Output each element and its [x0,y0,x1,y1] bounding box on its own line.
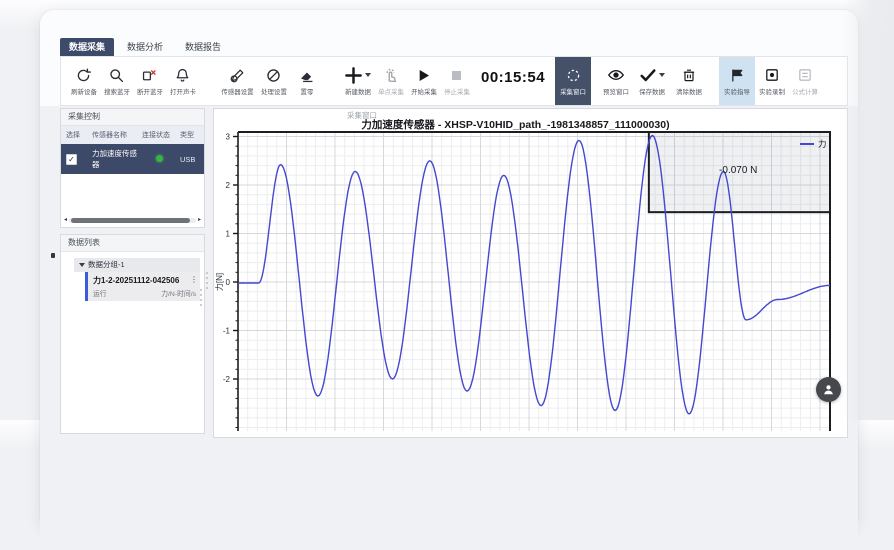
formula-calc-button[interactable]: 公式计算 [788,58,821,104]
item-menu-icon[interactable]: ⋮ [190,275,198,284]
collect-control-panel: 采集控制 选择 传感器名称 连接状态 类型 ✓ 力加速度传感器 USB ◂ ▸ [60,108,205,228]
zero-button[interactable]: 置零 [290,58,323,104]
caret-down-icon [365,73,371,77]
process-settings-button[interactable]: 处理设置 [257,58,290,104]
save-data-button[interactable]: 保存数据 [632,58,672,104]
hscroll-thumb[interactable] [71,218,190,223]
sensor-checkbox[interactable]: ✓ [66,154,77,165]
sensor-row[interactable]: ✓ 力加速度传感器 USB [61,144,204,174]
data-group-row[interactable]: 数据分组-1 [74,258,200,272]
sidebar-collapse-handle[interactable] [51,253,55,258]
sensor-type: USB [178,144,204,174]
data-list-title: 数据列表 [61,235,204,252]
sensor-settings-button[interactable]: 传感器设置 [217,58,257,104]
bell-icon [174,66,191,85]
record-icon [764,66,780,85]
assistant-person-icon [821,382,836,397]
play-icon [415,66,432,85]
assistant-fab[interactable] [816,377,841,402]
experiment-record-button[interactable]: 实验录制 [755,58,788,104]
new-data-button[interactable]: 新建数据 [341,58,374,104]
scroll-left-icon[interactable]: ◂ [64,217,67,224]
experiment-guide-button[interactable]: 实验指导 [719,57,755,105]
status-connected-dot [156,155,163,162]
sensor-name: 力加速度传感器 [90,144,140,174]
check-icon [639,66,665,85]
guide-flag-icon [729,66,746,85]
chart-panel: 采集窗口 力加速度传感器 - XHSP-V10HID_path_-1981348… [213,108,848,438]
scroll-right-icon[interactable]: ▸ [198,217,201,224]
bluetooth-disconnect-icon [141,66,158,85]
collect-window-button[interactable]: 采集窗口 [555,57,591,105]
panel-splitter-handle[interactable] [206,272,208,289]
svg-text:力[N]: 力[N] [214,273,224,291]
disconnect-bluetooth-button[interactable]: 断开蓝牙 [133,58,166,104]
data-item-title: 力1-2-20251112-042506 [93,275,196,286]
collect-timer: 00:15:54 [481,69,545,86]
trash-icon [681,66,697,85]
svg-text:力: 力 [818,139,827,149]
data-item-axes: 力/N-时间/s [161,288,196,298]
data-list-panel: 数据列表 数据分组-1 力1-2-20251112-042506 运行 力/N-… [60,234,205,434]
chart-plot[interactable]: 3 2 1 0 -1 -2 力[N] -0.070 N 力 [214,109,846,431]
collect-control-title: 采集控制 [61,109,204,126]
sensor-pen-icon [229,66,246,85]
hscroll-track[interactable] [69,218,196,223]
svg-text:-2: -2 [223,375,231,384]
data-list-item[interactable]: 力1-2-20251112-042506 运行 力/N-时间/s ⋮ [85,272,200,301]
clear-data-button[interactable]: 清除数据 [672,58,705,104]
caret-down-icon [659,73,665,77]
data-group-label: 数据分组-1 [88,258,125,272]
refresh-icon [75,66,92,85]
svg-text:2: 2 [226,181,231,190]
eye-icon [607,66,625,85]
tab-data-report[interactable]: 数据报告 [176,38,230,56]
svg-text:0: 0 [226,278,231,287]
calculator-icon [797,66,813,85]
slash-circle-icon [265,66,282,85]
tab-data-analysis[interactable]: 数据分析 [118,38,172,56]
main-tabbar: 数据采集 数据分析 数据报告 [60,38,230,56]
stop-collect-button[interactable]: 停止采集 [440,58,473,104]
data-item-status: 运行 [93,288,107,298]
refresh-device-button[interactable]: 刷新设备 [67,58,100,104]
svg-text:1: 1 [226,229,231,238]
toolbar: 刷新设备 搜索蓝牙 断开蓝牙 打开声卡 传感器设置 处理设置 [60,56,848,106]
tap-icon [382,66,399,85]
search-icon [108,66,125,85]
data-list-scroll-dots[interactable] [200,289,202,306]
start-collect-button[interactable]: 开始采集 [407,58,440,104]
sensor-table-header: 选择 传感器名称 连接状态 类型 [61,126,204,144]
sensor-table: 选择 传感器名称 连接状态 类型 ✓ 力加速度传感器 USB [61,126,204,174]
search-bluetooth-button[interactable]: 搜索蓝牙 [100,58,133,104]
preview-window-button[interactable]: 预览窗口 [599,58,632,104]
svg-text:3: 3 [226,132,231,141]
plus-icon [344,66,371,85]
open-soundcard-button[interactable]: 打开声卡 [166,58,199,104]
sensor-table-hscrollbar[interactable]: ◂ ▸ [64,217,201,224]
eraser-icon [298,66,315,85]
svg-text:-0.070 N: -0.070 N [719,165,757,176]
svg-text:-1: -1 [223,326,231,335]
tree-expand-icon[interactable] [79,263,85,267]
app-window: 数据采集 数据分析 数据报告 刷新设备 搜索蓝牙 断开蓝牙 打开声卡 [40,10,858,530]
dashed-circle-icon [565,66,582,85]
tab-data-collect[interactable]: 数据采集 [60,38,114,56]
single-point-collect-button[interactable]: 单点采集 [374,58,407,104]
stop-icon [449,66,464,85]
